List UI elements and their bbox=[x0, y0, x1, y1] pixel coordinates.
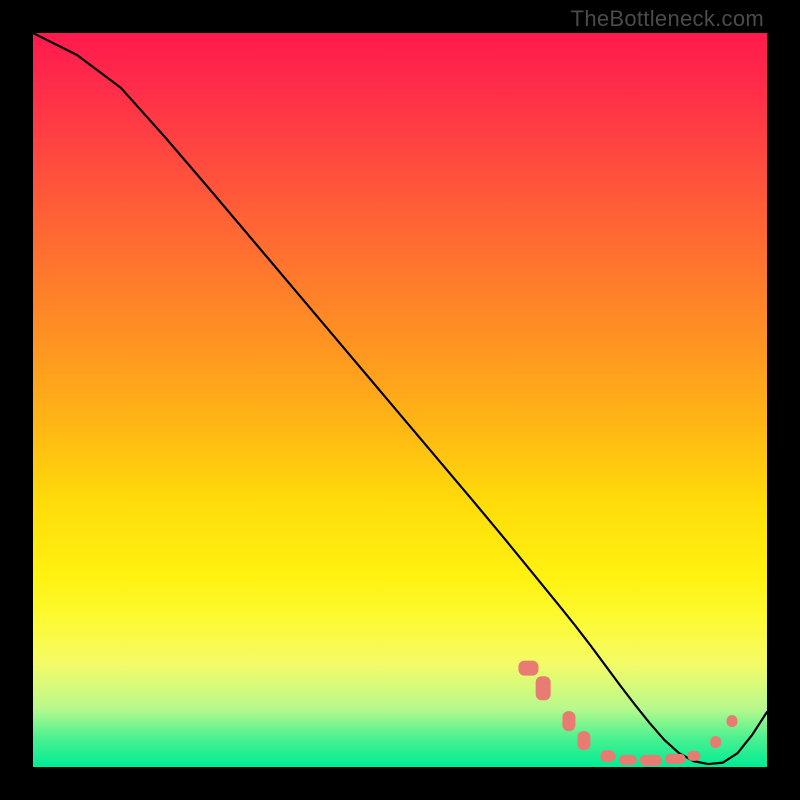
chart-marker bbox=[710, 736, 722, 748]
chart-marker bbox=[618, 755, 636, 765]
chart-markers-layer bbox=[33, 33, 767, 767]
chart-marker bbox=[519, 661, 538, 676]
chart-plot-area bbox=[33, 33, 767, 767]
chart-marker bbox=[665, 754, 686, 764]
chart-marker bbox=[726, 716, 737, 728]
chart-marker bbox=[640, 755, 662, 765]
chart-marker bbox=[687, 751, 700, 761]
chart-marker bbox=[577, 731, 590, 751]
chart-marker bbox=[536, 677, 551, 700]
chart-marker bbox=[562, 711, 575, 731]
chart-marker bbox=[600, 750, 615, 762]
watermark-text: TheBottleneck.com bbox=[571, 6, 764, 32]
